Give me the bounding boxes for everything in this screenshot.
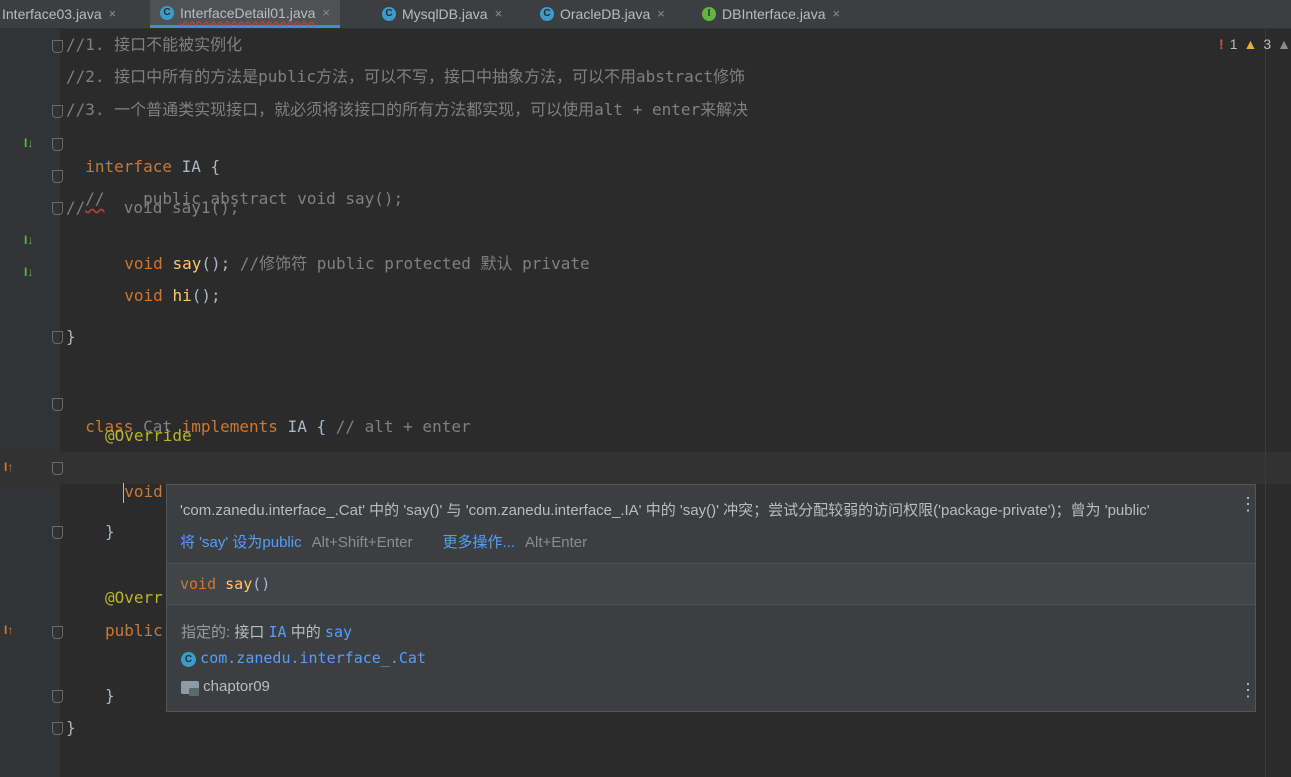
fold-marker-icon[interactable] xyxy=(52,170,63,183)
code-line-commented-say1[interactable]: // void say1(); xyxy=(66,196,239,220)
code-line-say-decl[interactable]: void say(); //修饰符 public protected 默认 pr… xyxy=(105,228,589,273)
class-icon: C xyxy=(160,5,174,20)
comment-text: //修饰符 public protected 默认 private xyxy=(230,254,590,273)
divider xyxy=(167,604,1255,605)
specified-text: 中的 xyxy=(286,624,325,641)
close-icon[interactable]: × xyxy=(657,1,665,27)
comment-text: // alt + enter xyxy=(335,417,471,436)
close-icon[interactable]: × xyxy=(322,0,330,26)
warning-icon: ▲ xyxy=(1243,36,1258,52)
close-icon[interactable]: × xyxy=(109,1,117,27)
fold-marker-icon[interactable] xyxy=(52,202,63,215)
fold-marker-icon[interactable] xyxy=(52,331,63,344)
quick-fix-row: 将 'say' 设为public Alt+Shift+Enter 更多操作... Al… xyxy=(180,531,617,552)
keyword: void xyxy=(124,286,173,305)
editor-tab-bar: Interface03.java × C InterfaceDetail01.j… xyxy=(0,0,1291,29)
fold-marker-icon[interactable] xyxy=(52,690,63,703)
fold-marker-icon[interactable] xyxy=(52,626,63,639)
make-public-fix-link[interactable]: 将 'say' 设为public xyxy=(180,534,302,551)
code-line-close-brace[interactable]: } xyxy=(66,716,76,740)
close-icon[interactable]: × xyxy=(495,1,503,27)
fold-marker-icon[interactable] xyxy=(52,462,63,475)
fold-marker-icon[interactable] xyxy=(52,40,63,53)
error-icon: ! xyxy=(1219,36,1224,52)
implements-up-arrow-icon[interactable]: I↑ xyxy=(4,460,13,474)
keyword: void xyxy=(180,575,226,593)
close-icon[interactable]: × xyxy=(833,1,841,27)
interface-icon: I xyxy=(702,7,716,21)
error-tooltip-popup[interactable]: 'com.zanedu.interface_.Cat' 中的 'say()' 与… xyxy=(166,484,1257,712)
code-text: (); xyxy=(191,286,221,305)
more-actions-shortcut: Alt+Enter xyxy=(525,534,588,551)
code-line-class-decl[interactable]: class Cat implements IA { // alt + enter xyxy=(66,391,470,436)
class-path-link[interactable]: com.zanedu.interface_.Cat xyxy=(200,649,426,667)
more-actions-link[interactable]: 更多操作... xyxy=(443,534,516,551)
code-line-close-brace[interactable]: } xyxy=(105,520,115,544)
warning-count: 3 xyxy=(1263,36,1272,52)
method-link[interactable]: say xyxy=(325,623,352,641)
implemented-down-arrow-icon[interactable]: I↓ xyxy=(24,233,33,247)
code-line-cat-say[interactable]: void say() { xyxy=(104,456,240,503)
error-count: 1 xyxy=(1229,36,1238,52)
code-line-override-partial[interactable]: @Overr xyxy=(105,586,163,610)
code-line-close-brace[interactable]: } xyxy=(105,684,115,708)
tab-label: Interface03.java xyxy=(2,6,102,22)
code-line-comment-1[interactable]: //1. 接口不能被实例化 xyxy=(66,33,242,57)
fold-marker-icon[interactable] xyxy=(52,526,63,539)
fold-marker-icon[interactable] xyxy=(52,398,63,411)
implements-up-arrow-icon[interactable]: I↑ xyxy=(4,623,13,637)
code-text: () xyxy=(252,575,271,593)
fix-shortcut: Alt+Shift+Enter xyxy=(311,534,413,551)
module-row: chaptor09 xyxy=(181,678,270,696)
specified-by-row: 指定的: 接口 IA 中的 say xyxy=(181,621,352,642)
fold-marker-icon[interactable] xyxy=(52,105,63,118)
tab-label: MysqlDB.java xyxy=(402,6,488,22)
tab-mysqldb[interactable]: C MysqlDB.java × xyxy=(382,0,502,28)
code-text: IA { xyxy=(287,417,336,436)
weak-warning-icon: ▲ xyxy=(1277,36,1291,52)
error-message: 'com.zanedu.interface_.Cat' 中的 'say()' 与… xyxy=(180,502,1150,519)
tab-dbinterface[interactable]: I DBInterface.java × xyxy=(702,0,840,28)
implemented-down-arrow-icon[interactable]: I↓ xyxy=(24,136,33,150)
interface-link[interactable]: IA xyxy=(269,623,287,641)
tab-label: DBInterface.java xyxy=(722,6,826,22)
code-line-public-partial[interactable]: public xyxy=(105,619,163,643)
code-line-commented-abstract[interactable]: // public abstract void say(); xyxy=(66,163,403,208)
tab-oracledb[interactable]: C OracleDB.java × xyxy=(540,0,665,28)
code-line-interface-decl[interactable]: interface IA { xyxy=(66,131,220,176)
more-options-icon[interactable]: ⋮ xyxy=(1239,495,1257,513)
method-signature: void say() xyxy=(180,575,270,593)
specified-text: 接口 xyxy=(234,624,269,641)
tab-interface03[interactable]: Interface03.java × xyxy=(2,0,116,28)
specified-label: 指定的: xyxy=(181,624,235,641)
fold-marker-icon[interactable] xyxy=(52,722,63,735)
module-folder-icon xyxy=(181,680,199,696)
method-name: hi xyxy=(172,286,192,305)
signature-section: void say() xyxy=(167,564,1255,604)
code-line-override[interactable]: @Override xyxy=(105,424,192,448)
class-icon: C xyxy=(540,7,554,21)
code-line-hi-decl[interactable]: void hi(); xyxy=(105,260,220,305)
inspection-widget[interactable]: ! 1 ▲ 3 ▲ xyxy=(1219,36,1291,52)
tab-label: InterfaceDetail01.java xyxy=(180,4,316,21)
right-margin-guide xyxy=(1265,29,1266,777)
code-line-comment-3[interactable]: //3. 一个普通类实现接口，就必须将该接口的所有方法都实现，可以使用alt +… xyxy=(66,98,748,122)
method-name: say xyxy=(225,575,253,593)
tab-interfacedetail01[interactable]: C InterfaceDetail01.java × xyxy=(150,0,341,28)
fold-marker-icon[interactable] xyxy=(52,138,63,151)
code-line-close-brace[interactable]: } xyxy=(66,325,76,349)
code-line-comment-2[interactable]: //2. 接口中所有的方法是public方法，可以不写，接口中抽象方法，可以不用… xyxy=(66,65,745,89)
more-options-icon[interactable]: ⋮ xyxy=(1239,681,1257,699)
tab-label: OracleDB.java xyxy=(560,6,651,22)
class-icon: C xyxy=(181,651,196,667)
class-icon: C xyxy=(382,7,396,21)
class-path-row[interactable]: C com.zanedu.interface_.Cat xyxy=(181,649,426,667)
module-name: chaptor09 xyxy=(203,678,270,695)
implemented-down-arrow-icon[interactable]: I↓ xyxy=(24,265,33,279)
